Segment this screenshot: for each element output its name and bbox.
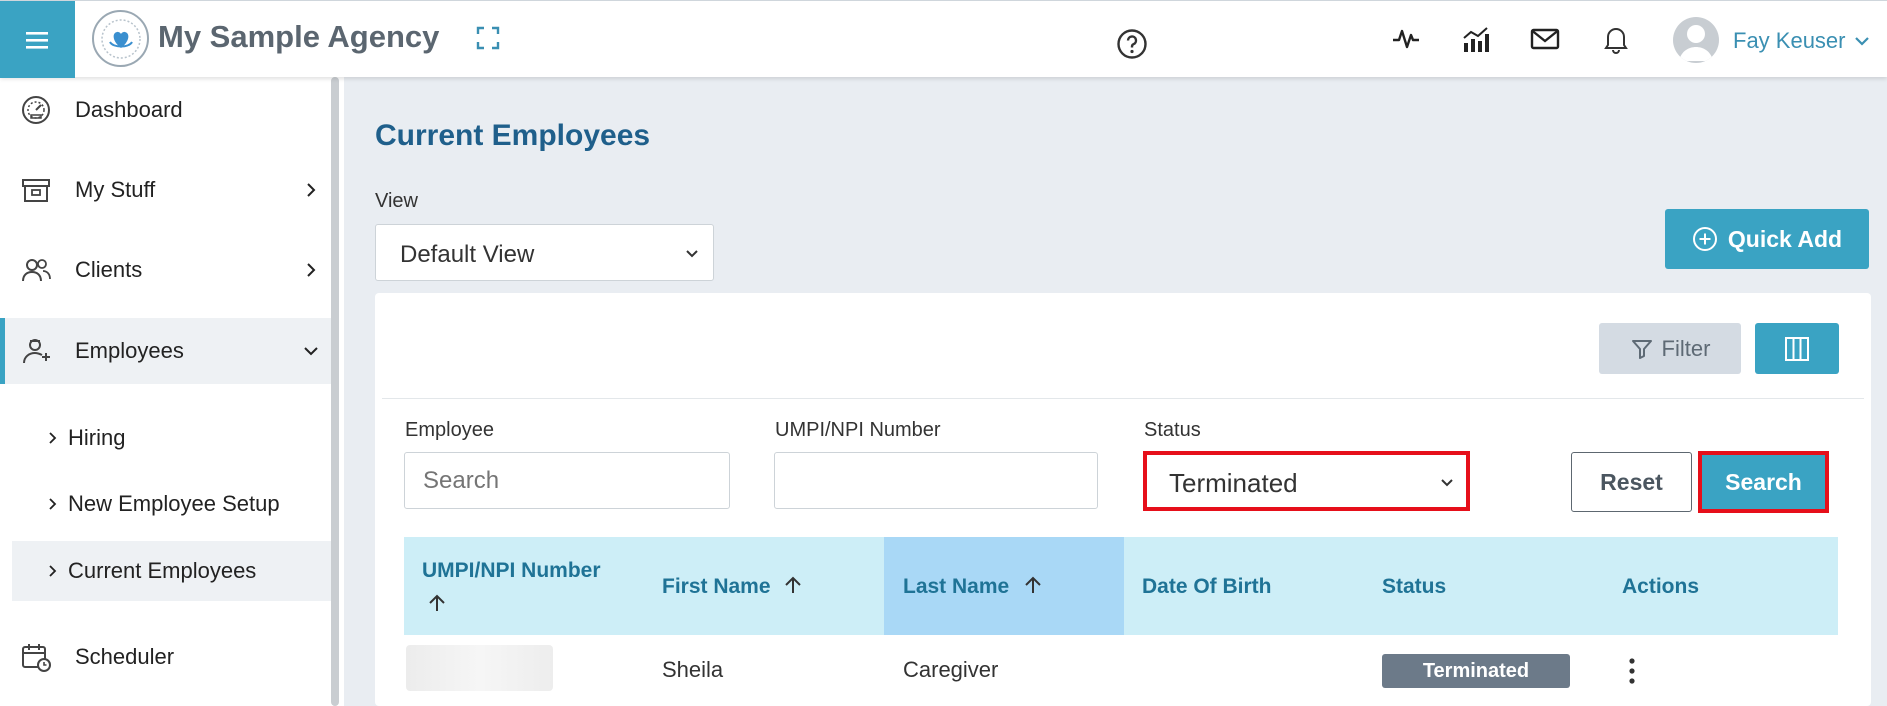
sidebar-subitem-current-employees[interactable]: Current Employees <box>12 541 331 601</box>
quick-add-label: Quick Add <box>1727 225 1843 252</box>
mail-icon[interactable] <box>1529 23 1561 55</box>
chevron-right-icon <box>307 263 316 277</box>
chevron-right-icon <box>49 498 57 510</box>
sidebar-item-label: Clients <box>75 257 143 282</box>
sidebar-item-my-stuff[interactable]: My Stuff <box>0 157 331 223</box>
help-icon[interactable] <box>1116 28 1148 60</box>
column-header-umpi[interactable]: UMPI/NPI Number <box>404 537 640 635</box>
employee-icon <box>23 339 50 364</box>
column-header-last-name[interactable]: Last Name <box>884 537 1124 635</box>
column-header-first-name[interactable]: First Name <box>640 537 880 635</box>
sidebar-scrollbar[interactable] <box>331 77 339 706</box>
filter-label: Filter <box>1661 335 1711 361</box>
chevron-down-icon[interactable] <box>1852 31 1872 51</box>
column-header-dob[interactable]: Date Of Birth <box>1124 537 1364 635</box>
employee-search-input[interactable] <box>404 452 730 509</box>
user-name[interactable]: Fay Keuser <box>1733 28 1846 54</box>
chevron-down-icon <box>686 250 698 258</box>
agency-name: My Sample Agency <box>158 19 440 54</box>
status-select[interactable]: Terminated <box>1143 451 1470 511</box>
menu-icon <box>25 31 48 49</box>
quick-add-button[interactable]: Quick Add <box>1665 209 1869 269</box>
sidebar-subitem-label: Hiring <box>68 425 126 450</box>
last-name-cell: Caregiver <box>903 657 999 682</box>
sort-arrow-up-icon[interactable] <box>782 574 804 596</box>
analytics-icon[interactable] <box>1460 23 1492 55</box>
calendar-clock-icon <box>22 644 51 672</box>
chevron-right-icon <box>49 432 57 444</box>
employee-filter-label: Employee <box>405 419 494 441</box>
column-header-actions: Actions <box>1622 575 1700 598</box>
sidebar-item-scheduler[interactable]: Scheduler <box>0 624 331 690</box>
sidebar-item-label: Dashboard <box>75 97 183 122</box>
umpi-filter-label: UMPI/NPI Number <box>775 419 941 441</box>
reset-button[interactable]: Reset <box>1571 452 1692 512</box>
fullscreen-icon[interactable] <box>475 25 501 51</box>
bell-icon[interactable] <box>1600 23 1632 55</box>
filter-button[interactable]: Filter <box>1599 323 1741 374</box>
menu-button[interactable] <box>0 1 75 78</box>
agency-logo[interactable] <box>92 10 149 67</box>
plus-circle-icon <box>1692 227 1717 251</box>
sort-arrow-up-icon[interactable] <box>426 592 448 614</box>
first-name-cell: Sheila <box>662 657 724 682</box>
table-header: UMPI/NPI Number First Name Last Name Dat… <box>404 537 1838 635</box>
chevron-right-icon <box>49 565 57 577</box>
status-badge: Terminated <box>1382 654 1570 688</box>
filter-icon <box>1631 339 1652 359</box>
sidebar-subitem-label: New Employee Setup <box>68 491 280 516</box>
top-bar: My Sample Agency Fay Keuser <box>0 0 1887 78</box>
redacted-umpi-cell <box>406 645 553 691</box>
columns-button[interactable] <box>1755 323 1839 374</box>
chevron-down-icon <box>1441 479 1453 487</box>
view-select-value: Default View <box>400 241 535 268</box>
column-header-status[interactable]: Status <box>1364 537 1604 635</box>
status-select-value: Terminated <box>1169 468 1298 498</box>
sidebar-item-label: Scheduler <box>75 644 175 669</box>
more-actions-icon[interactable] <box>1622 656 1642 686</box>
chevron-down-icon <box>304 347 318 356</box>
search-button[interactable]: Search <box>1698 451 1829 513</box>
sidebar-subitem-label: Current Employees <box>68 558 257 583</box>
sidebar-subitem-hiring[interactable]: Hiring <box>12 408 331 468</box>
archive-icon <box>22 179 50 202</box>
sidebar-subitem-new-employee-setup[interactable]: New Employee Setup <box>12 474 331 534</box>
sidebar-item-dashboard[interactable]: Dashboard <box>0 77 331 143</box>
columns-icon <box>1785 336 1809 361</box>
sidebar-item-label: Employees <box>75 338 184 363</box>
activity-icon[interactable] <box>1390 23 1422 55</box>
sidebar-item-employees[interactable]: Employees <box>0 318 331 384</box>
view-label: View <box>375 190 418 212</box>
dashboard-icon <box>22 96 50 124</box>
view-select[interactable]: Default View <box>375 224 714 281</box>
sidebar-item-label: My Stuff <box>75 177 156 202</box>
umpi-input[interactable] <box>774 452 1098 509</box>
status-filter-label: Status <box>1144 419 1201 441</box>
card-divider <box>382 398 1864 399</box>
sidebar-item-clients[interactable]: Clients <box>0 237 331 303</box>
user-avatar[interactable] <box>1673 17 1719 63</box>
page-title: Current Employees <box>375 119 651 152</box>
sort-arrow-up-icon[interactable] <box>1022 574 1044 596</box>
clients-icon <box>22 259 51 282</box>
chevron-right-icon <box>307 183 316 197</box>
